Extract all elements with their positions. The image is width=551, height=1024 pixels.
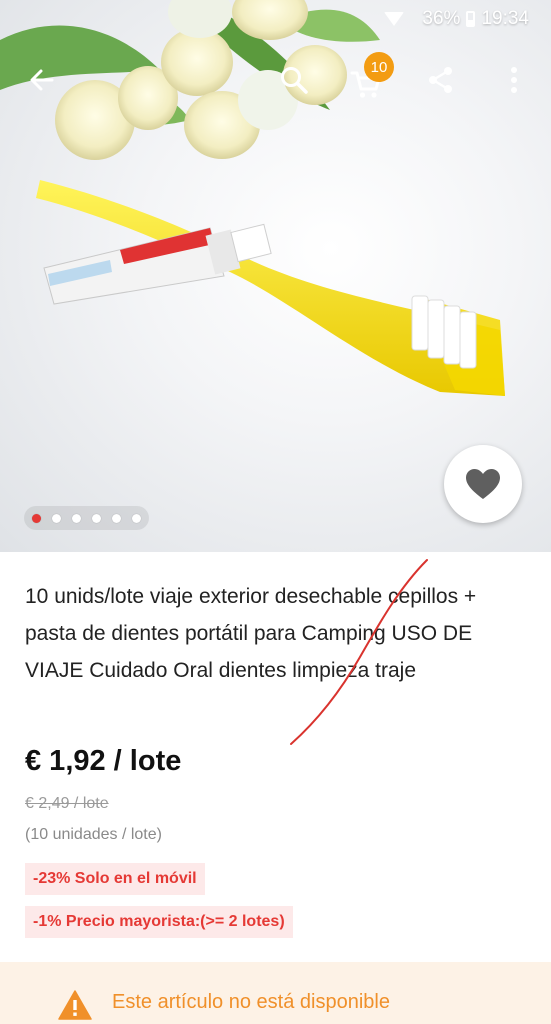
pager-dot[interactable] (112, 513, 121, 523)
original-price: € 2,49 / lote (25, 795, 109, 812)
pager-dot[interactable] (52, 513, 61, 523)
more-options-button[interactable] (488, 52, 540, 108)
more-vert-icon (511, 67, 517, 93)
product-price: € 1,92 / lote (25, 745, 182, 777)
status-bar: 36% 19:34 (0, 0, 551, 38)
product-details: 10 unids/lote viaje exterior desechable … (0, 552, 551, 962)
wifi-icon (384, 12, 405, 26)
product-title: 10 unids/lote viaje exterior desechable … (25, 585, 477, 682)
battery-icon (466, 11, 476, 27)
pager-dot-active[interactable] (32, 513, 41, 523)
wholesale-discount-tag: -1% Precio mayorista:(>= 2 lotes) (25, 906, 293, 938)
cart-button[interactable]: 10 (340, 52, 394, 108)
search-button[interactable] (268, 52, 320, 108)
share-button[interactable] (415, 52, 467, 108)
image-pager (24, 506, 149, 530)
pager-dot[interactable] (72, 513, 81, 523)
clock: 19:34 (481, 8, 529, 29)
pager-dot[interactable] (132, 513, 141, 523)
back-arrow-icon (30, 69, 54, 91)
product-image[interactable]: 36% 19:34 10 (0, 0, 551, 552)
units-per-lot: (10 unidades / lote) (25, 826, 162, 843)
mobile-discount-tag: -23% Solo en el móvil (25, 863, 205, 895)
search-icon (281, 67, 308, 94)
back-button[interactable] (16, 52, 68, 108)
heart-icon (466, 469, 500, 499)
unavailable-notice: Este artículo no está disponible (0, 962, 551, 1024)
cart-badge: 10 (364, 52, 394, 82)
warning-icon (58, 990, 92, 1020)
pager-dot[interactable] (92, 513, 101, 523)
unavailable-text: Este artículo no está disponible (112, 991, 390, 1013)
toolbar: 10 (0, 52, 551, 108)
wishlist-button[interactable] (444, 445, 522, 523)
share-icon (429, 67, 452, 93)
battery-percentage: 36% (422, 8, 461, 29)
